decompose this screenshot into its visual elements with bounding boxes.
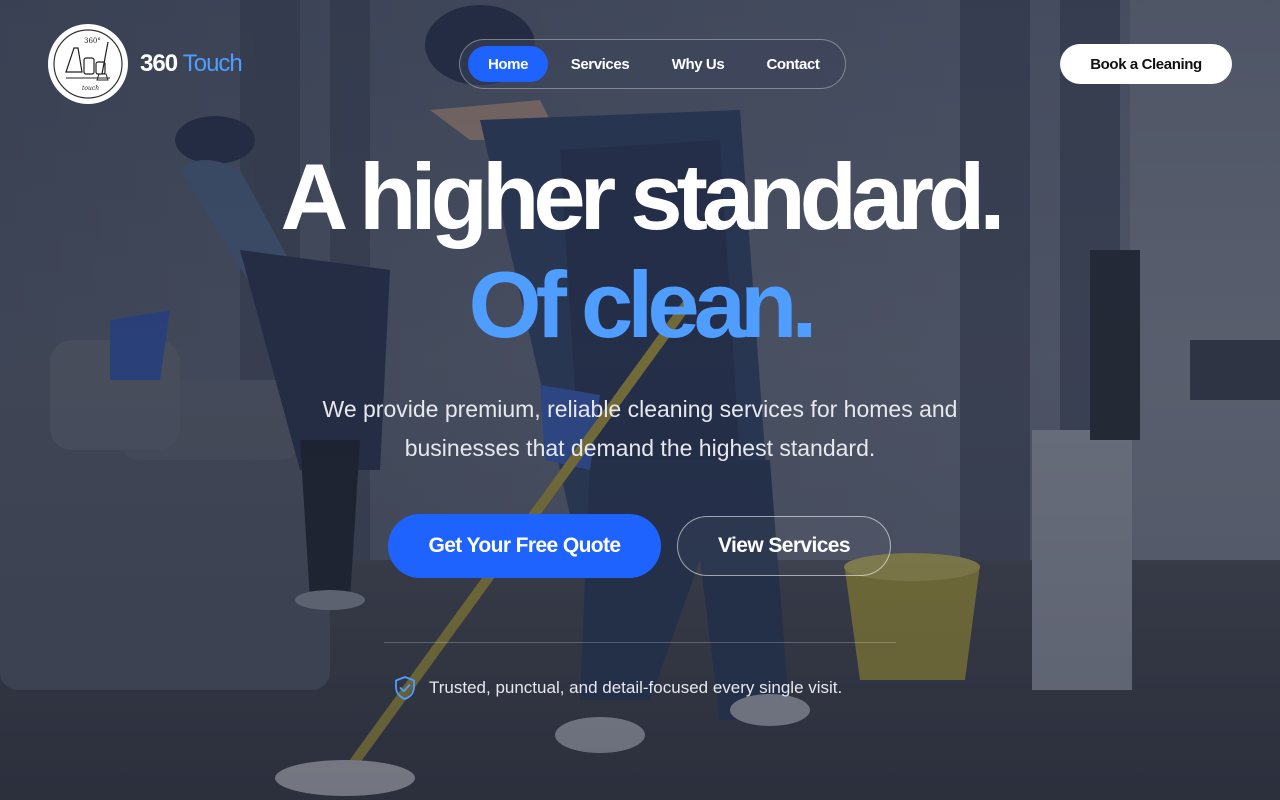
brand-logo[interactable]: 360° touch 360 Touch <box>48 24 243 104</box>
brand-name-part2: Touch <box>182 50 243 77</box>
logo-text-top: 360° <box>84 37 101 45</box>
brand-name-part1: 360 <box>140 50 178 77</box>
book-cleaning-button[interactable]: Book a Cleaning <box>1060 44 1232 84</box>
nav-item-home[interactable]: Home <box>468 46 548 82</box>
brand-name: 360 Touch <box>140 50 243 78</box>
hero-subtext: We provide premium, reliable cleaning se… <box>322 396 958 461</box>
nav-item-contact[interactable]: Contact <box>750 46 836 82</box>
hero-divider <box>384 642 896 643</box>
shield-check-icon <box>395 676 415 700</box>
logo-text-bottom: touch <box>82 85 99 92</box>
hero-headline-line2: Of clean. <box>468 252 817 357</box>
trust-statement: Trusted, punctual, and detail-focused ev… <box>394 676 842 700</box>
nav-item-services[interactable]: Services <box>554 46 646 82</box>
view-services-button[interactable]: View Services <box>677 516 891 576</box>
main-nav: Home Services Why Us Contact <box>459 39 846 89</box>
cleaning-supplies-logo-icon: 360° touch <box>48 24 128 104</box>
get-free-quote-button[interactable]: Get Your Free Quote <box>388 514 661 578</box>
nav-item-why-us[interactable]: Why Us <box>646 46 750 82</box>
hero-headline-line1: A higher standard. <box>280 144 1006 249</box>
trust-text: Trusted, punctual, and detail-focused ev… <box>429 678 843 697</box>
